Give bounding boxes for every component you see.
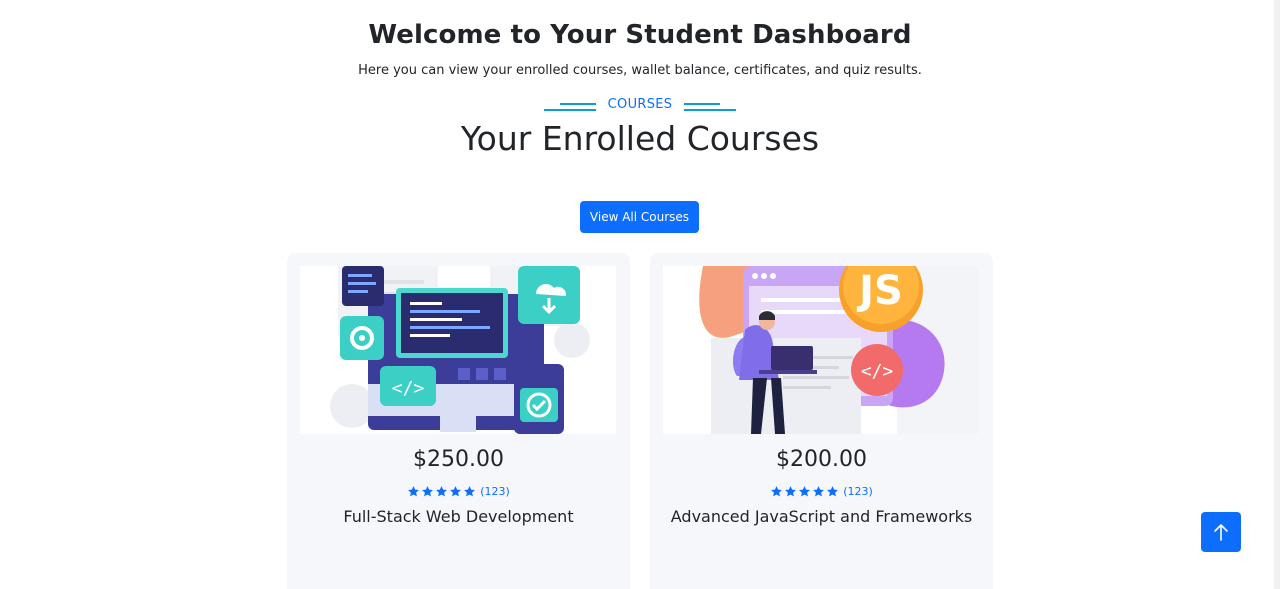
section-eyebrow: COURSES: [0, 97, 1280, 112]
section-eyebrow-label: COURSES: [607, 97, 673, 112]
page-subtitle: Here you can view your enrolled courses,…: [358, 63, 922, 78]
course-card[interactable]: </> $250.00 (123) Full-Stack Web Develop…: [287, 253, 630, 589]
page-title: Welcome to Your Student Dashboard: [368, 20, 912, 50]
course-image[interactable]: JS </>: [663, 266, 979, 434]
star-icon: [785, 486, 797, 497]
svg-text:JS: JS: [856, 268, 903, 314]
view-all-courses-button[interactable]: View All Courses: [580, 201, 699, 233]
rating-stars: [407, 485, 476, 498]
page-scrollbar[interactable]: [1274, 0, 1280, 589]
star-icon: [408, 486, 420, 497]
course-title[interactable]: Full-Stack Web Development: [287, 507, 630, 526]
course-image[interactable]: </>: [300, 266, 616, 434]
svg-text:</>: </>: [392, 378, 425, 399]
rating-count[interactable]: (123): [480, 485, 510, 498]
rating-count[interactable]: (123): [843, 485, 873, 498]
star-icon: [771, 486, 783, 497]
eyebrow-decoration-right: [684, 100, 737, 111]
star-icon: [799, 486, 811, 497]
javascript-illustration-icon: JS </>: [663, 266, 979, 434]
eyebrow-decoration-left: [543, 100, 596, 111]
rating-stars: [770, 485, 839, 498]
course-card[interactable]: JS </> $200.00 (123) Advanced JavaScript…: [650, 253, 993, 589]
svg-text:</>: </>: [861, 361, 894, 382]
star-icon: [464, 486, 476, 497]
star-icon: [827, 486, 839, 497]
course-rating: (123): [650, 485, 993, 498]
course-price: $250.00: [413, 447, 504, 472]
section-title: Your Enrolled Courses: [460, 119, 820, 158]
star-icon: [813, 486, 825, 497]
star-icon: [422, 486, 434, 497]
web-development-illustration-icon: </>: [300, 266, 616, 434]
star-icon: [450, 486, 462, 497]
star-icon: [436, 486, 448, 497]
course-price: $200.00: [776, 447, 867, 472]
course-title[interactable]: Advanced JavaScript and Frameworks: [650, 507, 993, 526]
course-rating: (123): [287, 485, 630, 498]
arrow-up-icon: [1214, 524, 1228, 541]
scroll-to-top-button[interactable]: [1201, 512, 1241, 552]
